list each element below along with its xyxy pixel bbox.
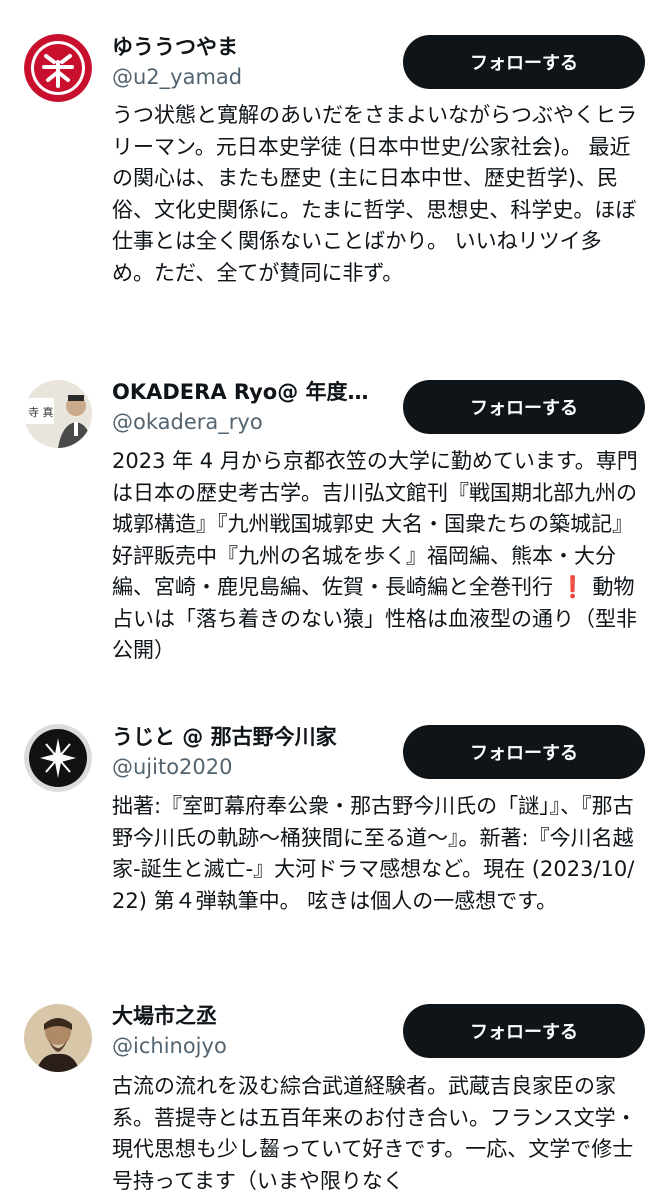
user-name[interactable]: うじと @ 那古野今川家 xyxy=(112,723,337,751)
exclamation-icon: ❗ xyxy=(559,575,586,599)
emblem-avatar-icon xyxy=(24,724,92,792)
user-bio: うつ状態と寛解のあいだをさまよいながらつぶやくヒラリーマン。元日本史学徒 (日本… xyxy=(112,103,637,285)
user-avatar[interactable] xyxy=(24,1004,92,1072)
user-bio: 2023 年 4 月から京都衣笠の大学に勤めています。専門は日本の歴史考古学。吉… xyxy=(112,446,642,667)
user-handle[interactable]: @okadera_ryo xyxy=(112,408,263,436)
user-bio: 古流の流れを汲む綜合武道経験者。武蔵吉良家臣の家系。菩提寺とは五百年来のお付き合… xyxy=(112,1074,637,1193)
photo-avatar-icon: 寺 真 xyxy=(24,380,92,448)
follow-button[interactable]: フォローする xyxy=(403,725,645,779)
user-name[interactable]: ゆううつやま xyxy=(112,33,238,61)
follow-button[interactable]: フォローする xyxy=(403,1004,645,1058)
user-handle[interactable]: @ichinojyo xyxy=(112,1032,227,1060)
red-seal-avatar-icon xyxy=(24,34,92,102)
user-handle[interactable]: @u2_yamad xyxy=(112,63,242,91)
follow-button[interactable]: フォローする xyxy=(403,380,645,434)
svg-text:寺 真: 寺 真 xyxy=(28,405,54,419)
follow-button[interactable]: フォローする xyxy=(403,35,645,89)
user-bio: 拙著:『室町幕府奉公衆・那古野今川氏の「謎」』、『那古野今川氏の軌跡〜桶狭間に至… xyxy=(112,794,635,913)
portrait-avatar-icon xyxy=(24,1004,92,1072)
user-handle[interactable]: @ujito2020 xyxy=(112,753,233,781)
user-avatar[interactable] xyxy=(24,34,92,102)
user-avatar[interactable]: 寺 真 xyxy=(24,380,92,448)
user-avatar[interactable] xyxy=(24,724,92,792)
user-name[interactable]: OKADERA Ryo@ 年度… xyxy=(112,378,369,406)
user-name[interactable]: 大場市之丞 xyxy=(112,1002,217,1030)
